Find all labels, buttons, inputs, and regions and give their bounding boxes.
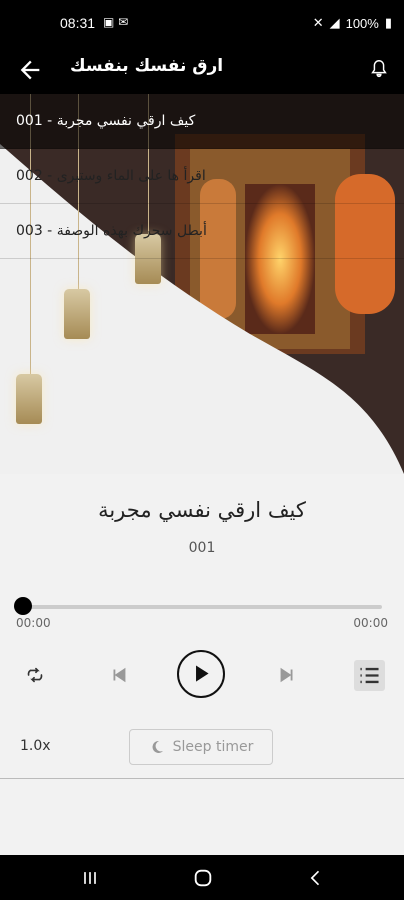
playback-speed[interactable]: 1.0x [20,738,51,754]
playlist-item[interactable]: 001 - كيف ارقي نفسي مجربة [0,94,404,149]
home-icon[interactable] [192,867,214,889]
recents-icon[interactable] [80,868,100,888]
total-duration: 00:00 [353,616,388,630]
sleep-timer-label: Sleep timer [172,739,254,755]
play-icon [196,665,209,682]
skip-previous-icon[interactable] [108,664,130,686]
queue-list-icon [360,667,379,684]
track-number: 001 [188,540,216,556]
play-button[interactable] [177,650,225,698]
queue-button[interactable] [354,660,385,691]
app-bar: ارق نفسك بنفسك [0,46,404,94]
sleep-timer-button[interactable]: Sleep timer [129,729,273,765]
repeat-icon[interactable] [24,664,46,686]
battery-icon: ▮ [384,15,392,30]
status-bar: 08:31 ▣ ✉ ✕ ◢ 100% ▮ [0,0,404,46]
playlist: 001 - كيف ارقي نفسي مجربة 002 - اقرأ ها … [0,94,404,259]
nav-back-icon[interactable] [306,868,326,888]
notification-icons: ▣ ✉ [103,15,129,29]
seek-thumb[interactable] [14,597,32,615]
arrow-left-icon[interactable] [16,56,44,84]
mute-icon: ✕ [312,15,324,30]
current-time: 00:00 [16,616,51,630]
playlist-item[interactable]: 003 - أبطل سحرك بهذه الوصفة [0,204,404,259]
track-title: كيف ارقي نفسي مجربة [98,498,306,522]
seek-bar[interactable] [24,605,382,609]
battery-text: 100% [345,15,379,31]
notification-bell-icon[interactable] [368,58,390,80]
status-time: 08:31 [60,15,96,31]
moon-icon [152,740,163,753]
skip-next-icon[interactable] [276,664,298,686]
lantern-icon [16,374,42,424]
status-right: ✕ ◢ 100% ▮ [313,15,392,31]
playlist-item[interactable]: 002 - اقرأ ها على الماء وستبرى [0,149,404,204]
signal-icon: ◢ [329,15,340,30]
lantern-icon [64,289,90,339]
app-title: ارق نفسك بنفسك [70,56,224,76]
system-nav-bar [0,855,404,900]
divider [0,778,404,779]
